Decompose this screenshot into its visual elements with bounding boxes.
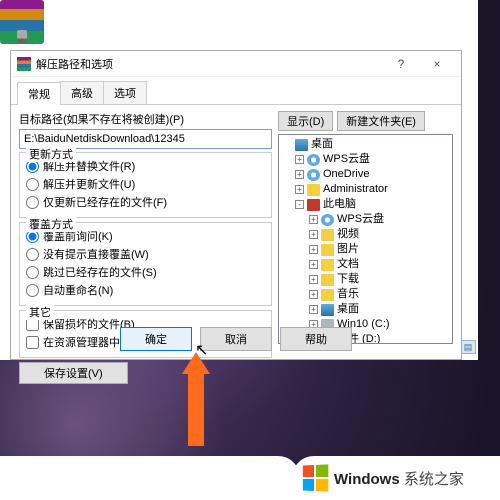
overwrite-opt-force[interactable]: 没有提示直接覆盖(W) <box>26 245 265 263</box>
tree-label: WPS云盘 <box>337 212 384 227</box>
titlebar[interactable]: 解压路径和选项 ? × <box>11 51 461 77</box>
tree-item[interactable]: + Administrator <box>281 182 450 197</box>
tree-label: 桌面 <box>337 302 359 317</box>
cursor-icon: ↖ <box>195 340 208 360</box>
tree-item[interactable]: 桌面 <box>281 137 450 152</box>
group-title: 其它 <box>26 304 54 320</box>
expander-icon[interactable]: + <box>309 230 318 239</box>
view-icon[interactable]: ▤ <box>460 340 476 354</box>
folder-icon <box>321 259 334 271</box>
winrar-icon[interactable] <box>0 0 44 44</box>
expander-icon[interactable]: + <box>309 290 318 299</box>
tree-item[interactable]: + 文档 <box>281 257 450 272</box>
tree-label: 文档 <box>337 257 359 272</box>
folder-icon <box>307 184 320 196</box>
tree-label: 下载 <box>337 272 359 287</box>
tab-bar: 常规 高级 选项 <box>11 77 461 105</box>
close-button[interactable]: × <box>419 53 455 75</box>
cloud-icon <box>307 154 320 166</box>
new-folder-button[interactable]: 新建文件夹(E) <box>337 111 425 131</box>
winrar-icon <box>17 57 31 71</box>
watermark-text: Windows 系统之家 <box>334 468 464 489</box>
overwrite-opt-skip[interactable]: 跳过已经存在的文件(S) <box>26 263 265 281</box>
expander-icon[interactable]: - <box>295 200 304 209</box>
cancel-button[interactable]: 取消 <box>200 327 272 351</box>
group-title: 覆盖方式 <box>26 216 76 232</box>
tree-item[interactable]: + 图片 <box>281 242 450 257</box>
expander-icon[interactable]: + <box>309 275 318 284</box>
overwrite-opt-rename[interactable]: 自动重命名(N) <box>26 281 265 299</box>
annotation-arrow <box>182 352 210 446</box>
tree-label: 图片 <box>337 242 359 257</box>
path-label: 目标路径(如果不存在将被创建)(P) <box>19 111 272 127</box>
expander-icon[interactable]: + <box>309 245 318 254</box>
pc-red-icon <box>307 199 320 211</box>
tree-item[interactable]: + OneDrive <box>281 167 450 182</box>
expander-icon[interactable]: + <box>309 215 318 224</box>
radio[interactable] <box>26 284 39 297</box>
help-button[interactable]: ? <box>383 53 419 75</box>
folder-icon <box>321 229 334 241</box>
update-opt-fresh[interactable]: 仅更新已经存在的文件(F) <box>26 193 265 211</box>
tree-label: 此电脑 <box>323 197 356 212</box>
tree-item[interactable]: + 视频 <box>281 227 450 242</box>
tree-item[interactable]: + 桌面 <box>281 302 450 317</box>
tree-label: 桌面 <box>311 137 333 152</box>
group-title: 更新方式 <box>26 146 76 162</box>
update-opt-update[interactable]: 解压并更新文件(U) <box>26 175 265 193</box>
desktop-icon <box>295 139 308 151</box>
display-button[interactable]: 显示(D) <box>278 111 333 131</box>
folder-icon <box>321 289 334 301</box>
expander-icon[interactable]: + <box>295 185 304 194</box>
folder-icon <box>321 274 334 286</box>
radio[interactable] <box>26 196 39 209</box>
tab-advanced[interactable]: 高级 <box>60 81 104 104</box>
ok-button[interactable]: 确定 <box>120 327 192 351</box>
windows-logo-icon <box>303 464 328 491</box>
watermark-bar: Windows 系统之家 <box>292 456 500 500</box>
expander-icon[interactable]: + <box>309 305 318 314</box>
tree-label: 音乐 <box>337 287 359 302</box>
tree-item[interactable]: + WPS云盘 <box>281 152 450 167</box>
tree-label: WPS云盘 <box>323 152 370 167</box>
tree-item[interactable]: - 此电脑 <box>281 197 450 212</box>
watermark-bar <box>0 456 300 500</box>
tab-options[interactable]: 选项 <box>103 81 147 104</box>
radio[interactable] <box>26 248 39 261</box>
tab-general[interactable]: 常规 <box>17 82 61 105</box>
folder-icon <box>321 244 334 256</box>
extract-dialog: 解压路径和选项 ? × 常规 高级 选项 目标路径(如果不存在将被创建)(P) … <box>10 50 462 360</box>
radio[interactable] <box>26 266 39 279</box>
folder-tree[interactable]: 桌面 + WPS云盘 + OneDrive + Administrator - 此电脑 + WPS云… <box>278 134 453 344</box>
desktop-icon <box>321 304 334 316</box>
overwrite-mode-group: 覆盖方式 覆盖前询问(K) 没有提示直接覆盖(W) 跳过已经存在的文件(S) 自… <box>19 222 272 306</box>
cloud-icon <box>307 169 320 181</box>
tree-label: Administrator <box>323 182 388 197</box>
tree-item[interactable]: + 音乐 <box>281 287 450 302</box>
help-button[interactable]: 帮助 <box>280 327 352 351</box>
update-mode-group: 更新方式 解压并替换文件(R) 解压并更新文件(U) 仅更新已经存在的文件(F) <box>19 152 272 218</box>
expander-icon[interactable]: + <box>295 155 304 164</box>
radio[interactable] <box>26 178 39 191</box>
tree-label: 视频 <box>337 227 359 242</box>
tree-item[interactable]: + 下载 <box>281 272 450 287</box>
expander-icon[interactable]: + <box>309 260 318 269</box>
expander-icon[interactable]: + <box>295 170 304 179</box>
tree-label: OneDrive <box>323 167 369 182</box>
dialog-title: 解压路径和选项 <box>36 56 383 72</box>
save-settings-button[interactable]: 保存设置(V) <box>19 362 128 384</box>
cloud-icon <box>321 214 334 226</box>
tree-item[interactable]: + WPS云盘 <box>281 212 450 227</box>
